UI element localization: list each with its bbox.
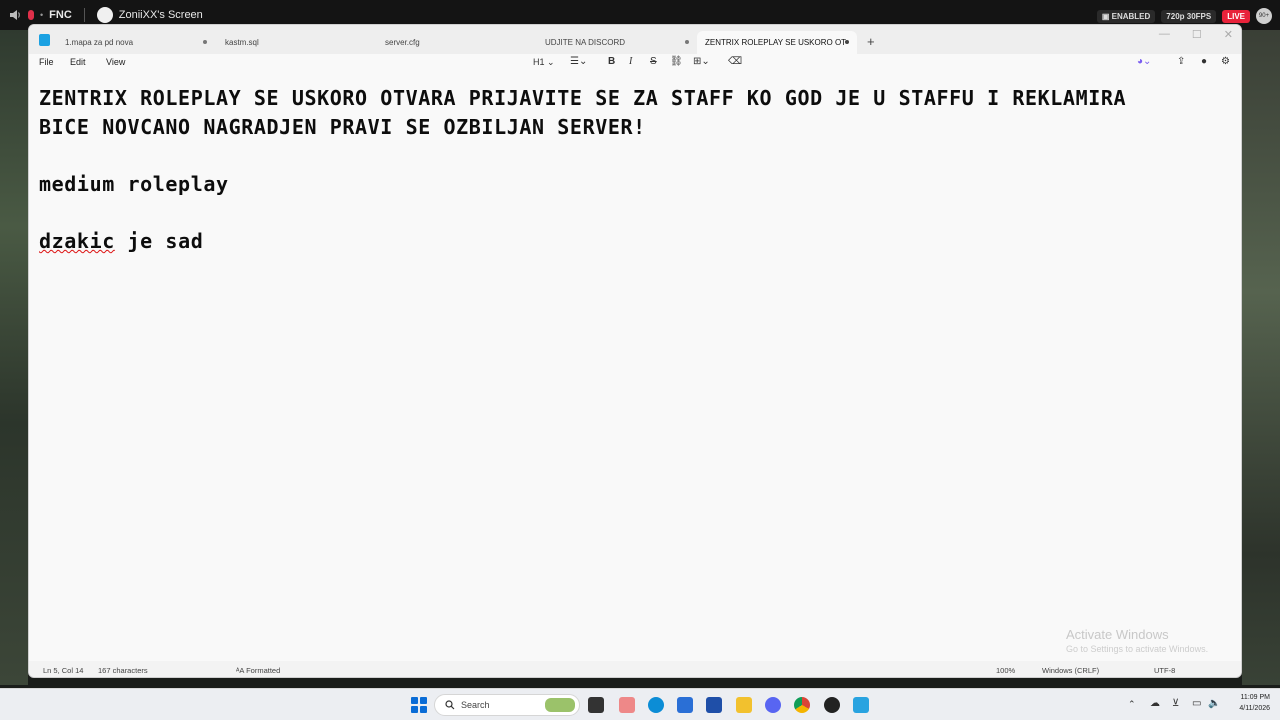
- avatar: [96, 7, 113, 23]
- store-icon[interactable]: [706, 697, 722, 713]
- tab-zentrix[interactable]: ZENTRIX ROLEPLAY SE USKORO OT: [697, 31, 857, 54]
- tab-discord[interactable]: UDJITE NA DISCORD: [537, 31, 697, 54]
- divider: [83, 8, 85, 22]
- text-editor[interactable]: ZENTRIX ROLEPLAY SE USKORO OTVARA PRIJAV…: [29, 72, 1241, 657]
- start-tile: [420, 697, 427, 704]
- tab-label: 1.mapa za pd nova: [65, 38, 134, 47]
- encoding[interactable]: UTF-8: [1154, 666, 1175, 675]
- enabled-label: ENABLED: [1111, 11, 1151, 21]
- vpn-icon[interactable]: ⊻: [1172, 698, 1179, 709]
- account-icon[interactable]: ●: [1201, 56, 1207, 67]
- tab-label: UDJITE NA DISCORD: [545, 38, 626, 47]
- cursor-position[interactable]: Ln 5, Col 14: [43, 666, 83, 675]
- content-line-4-rest: je sad: [114, 229, 204, 253]
- notepad-taskbar-icon[interactable]: [853, 697, 869, 713]
- format-label: Formatted: [246, 666, 281, 675]
- display-icon[interactable]: ▭: [1192, 698, 1201, 709]
- separator-dot: •: [40, 10, 44, 20]
- search-highlight-image: [545, 698, 575, 712]
- background-right: [1242, 30, 1280, 685]
- heading-label: H1: [533, 57, 545, 67]
- table-icon[interactable]: ⊞⌄: [693, 56, 710, 67]
- enabled-badge: ▣ ENABLED: [1096, 9, 1156, 23]
- link-icon[interactable]: ⛓: [670, 56, 683, 67]
- bold-button[interactable]: B: [608, 56, 615, 67]
- taskbar: Search ⌃ ☁ ⊻ ▭ 🔈 11:09 PM 4/11/2026: [0, 688, 1280, 720]
- unsaved-dot-icon: [845, 40, 849, 44]
- mail-icon[interactable]: [677, 697, 693, 713]
- line-ending[interactable]: Windows (CRLF): [1042, 666, 1099, 675]
- task-view-icon[interactable]: [588, 697, 604, 713]
- menu-view[interactable]: View: [106, 57, 125, 67]
- chrome-icon[interactable]: [794, 697, 810, 713]
- tab-server-cfg[interactable]: server.cfg: [377, 31, 537, 54]
- heading-dropdown[interactable]: H1 ⌄: [533, 57, 555, 68]
- notepad-app-icon: [39, 34, 50, 46]
- channel-name[interactable]: FNC: [49, 9, 72, 21]
- tab-label: server.cfg: [385, 38, 420, 47]
- tab-kastm[interactable]: kastm.sql: [217, 31, 377, 54]
- new-tab-button[interactable]: +: [867, 34, 875, 49]
- tab-mapa[interactable]: 1.mapa za pd nova: [57, 31, 215, 54]
- unsaved-dot-icon: [203, 40, 207, 44]
- zoom-level[interactable]: 100%: [996, 666, 1015, 675]
- copilot-icon[interactable]: ◕⌄: [1137, 56, 1151, 67]
- italic-button[interactable]: I: [629, 56, 632, 67]
- content-line-2: BICE NOVCANO NAGRADJEN PRAVI SE OZBILJAN…: [39, 115, 646, 139]
- clock-date[interactable]: 4/11/2026: [1224, 705, 1270, 712]
- notepad-window: 1.mapa za pd nova kastm.sql server.cfg U…: [28, 24, 1242, 678]
- volume-icon[interactable]: 🔈: [1208, 698, 1220, 709]
- app-icon-pink[interactable]: [619, 697, 635, 713]
- character-count: 167 characters: [98, 666, 148, 675]
- viewer-avatar: 90+: [1256, 8, 1272, 24]
- minimize-icon[interactable]: —: [1159, 28, 1170, 41]
- status-bar: Ln 5, Col 14 167 characters ᴬA Formatted…: [29, 661, 1241, 677]
- maximize-icon[interactable]: ☐: [1192, 28, 1202, 41]
- background-left: [0, 30, 28, 685]
- live-badge: LIVE: [1222, 9, 1250, 23]
- viewer-count: 90+: [1258, 13, 1270, 19]
- activate-windows-subtitle: Go to Settings to activate Windows.: [1066, 644, 1209, 654]
- speaker-icon[interactable]: [8, 8, 22, 22]
- tab-label: kastm.sql: [225, 38, 259, 47]
- screen-share-title: ZoniiXX's Screen: [118, 9, 203, 21]
- search-icon: [445, 700, 455, 710]
- gear-icon[interactable]: ⚙: [1221, 56, 1230, 67]
- obs-icon[interactable]: [824, 697, 840, 713]
- chevron-up-icon[interactable]: ⌃: [1128, 699, 1136, 710]
- windows-start-icon[interactable]: [411, 697, 427, 713]
- list-icon[interactable]: ☰⌄: [570, 56, 587, 67]
- quality-badge: 720p 30FPS: [1161, 9, 1217, 23]
- content-line-3: medium roleplay: [39, 172, 229, 196]
- title-bar: 1.mapa za pd nova kastm.sql server.cfg U…: [29, 25, 1241, 54]
- misspelled-word[interactable]: dzakic: [39, 229, 115, 253]
- server-icon: [28, 10, 34, 20]
- clear-formatting-icon[interactable]: ⌫: [728, 56, 742, 67]
- activate-windows-title: Activate Windows: [1066, 627, 1169, 642]
- file-explorer-icon[interactable]: [736, 697, 752, 713]
- clock-time[interactable]: 11:09 PM: [1224, 694, 1270, 701]
- discord-icon[interactable]: [765, 697, 781, 713]
- start-tile: [420, 706, 427, 713]
- share-icon[interactable]: ⇪: [1177, 56, 1185, 67]
- taskbar-search[interactable]: Search: [434, 694, 580, 716]
- menu-edit[interactable]: Edit: [70, 57, 86, 67]
- search-label: Search: [461, 700, 490, 710]
- content-line-4: dzakic je sad: [39, 229, 203, 253]
- edge-icon[interactable]: [648, 697, 664, 713]
- start-tile: [411, 697, 418, 704]
- start-tile: [411, 706, 418, 713]
- close-icon[interactable]: ✕: [1224, 28, 1233, 41]
- network-icon[interactable]: ☁: [1150, 698, 1160, 709]
- format-indicator[interactable]: ᴬA Formatted: [236, 666, 280, 675]
- menu-bar: File Edit View H1 ⌄ ☰⌄ B I S ⛓ ⊞⌄ ⌫ ◕⌄ ⇪…: [29, 54, 1241, 72]
- window-controls: — ☐ ✕: [1159, 28, 1233, 41]
- tab-label: ZENTRIX ROLEPLAY SE USKORO OT: [705, 38, 847, 47]
- unsaved-dot-icon: [685, 40, 689, 44]
- menu-file[interactable]: File: [39, 57, 54, 67]
- content-line-1: ZENTRIX ROLEPLAY SE USKORO OTVARA PRIJAV…: [39, 86, 1127, 110]
- strikethrough-button[interactable]: S: [650, 56, 657, 67]
